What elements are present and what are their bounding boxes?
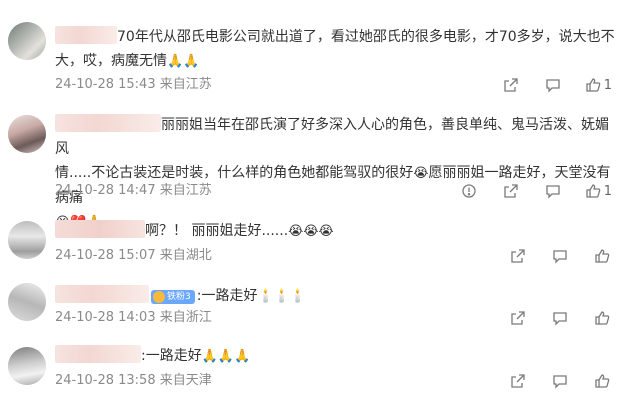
comment-time: 24-10-28 14:03 bbox=[55, 310, 156, 325]
comment-meta: 24-10-28 15:43 来自江苏 bbox=[55, 75, 212, 95]
comment-meta: 24-10-28 14:03 来自浙江 bbox=[55, 308, 212, 328]
comment-text: 铁粉3:一路走好🕯️🕯️🕯️ bbox=[55, 284, 615, 309]
comment-actions bbox=[486, 371, 612, 391]
avatar[interactable] bbox=[8, 115, 46, 153]
comment-icon[interactable] bbox=[550, 371, 570, 391]
comment-location: 来自江苏 bbox=[159, 183, 212, 198]
avatar-image bbox=[8, 22, 46, 60]
avatar-image bbox=[8, 347, 46, 385]
share-icon[interactable] bbox=[501, 181, 521, 201]
comment-icon[interactable] bbox=[550, 308, 570, 328]
comment-location: 来自浙江 bbox=[159, 310, 212, 325]
username[interactable] bbox=[55, 345, 141, 363]
emoji-pray: 🙏🙏🙏 bbox=[201, 349, 251, 364]
comment-actions: 1 bbox=[479, 75, 612, 95]
comment-time: 24-10-28 15:07 bbox=[55, 248, 156, 263]
avatar-image bbox=[8, 115, 46, 153]
comment-item: 丽丽姐当年在邵氏演了好多深入人心的角色，善良单纯、鬼马活泼、妩媚风 情.....… bbox=[0, 103, 630, 230]
avatar[interactable] bbox=[8, 347, 46, 385]
comment-location: 来自江苏 bbox=[159, 77, 212, 92]
thumbs-up-icon[interactable] bbox=[592, 371, 612, 391]
username[interactable] bbox=[55, 285, 149, 303]
comment-text: 70年代从邵氏电影公司就出道了，看过她邵氏的很多电影，才70多岁，说大也不 大，… bbox=[55, 25, 615, 74]
comment-actions bbox=[486, 308, 612, 328]
comment-meta: 24-10-28 14:47 来自江苏 bbox=[55, 181, 212, 201]
emoji-candle: 🕯️🕯️🕯️ bbox=[257, 289, 307, 304]
comment-meta: 24-10-28 13:58 来自天津 bbox=[55, 371, 212, 391]
avatar[interactable] bbox=[8, 221, 46, 259]
comment-meta: 24-10-28 15:07 来自湖北 bbox=[55, 246, 212, 266]
comment-item: 啊？！ 丽丽姐走好......😭😭😭 24-10-28 15:07 来自湖北 bbox=[0, 213, 630, 273]
emoji-cry: 😭😭😭 bbox=[288, 224, 334, 239]
report-icon[interactable] bbox=[459, 181, 479, 201]
like-button[interactable]: 1 bbox=[585, 181, 612, 201]
avatar[interactable] bbox=[8, 283, 46, 321]
comment-list: 70年代从邵氏电影公司就出道了，看过她邵氏的很多电影，才70多岁，说大也不 大，… bbox=[0, 0, 630, 407]
comment-line-1: :一路走好 bbox=[196, 288, 258, 304]
share-icon[interactable] bbox=[508, 246, 528, 266]
comment-item: :一路走好🙏🙏🙏 24-10-28 13:58 来自天津 bbox=[0, 335, 630, 407]
comment-line-2: 情.....不论古装还是时装，什么样的角色她都能驾驭的很好 bbox=[55, 165, 414, 181]
username[interactable] bbox=[55, 220, 145, 238]
share-icon[interactable] bbox=[508, 371, 528, 391]
comment-line-1: :一路走好 bbox=[141, 348, 202, 364]
comment-icon[interactable] bbox=[550, 246, 570, 266]
username[interactable] bbox=[55, 114, 161, 132]
comment-item: 铁粉3:一路走好🕯️🕯️🕯️ 24-10-28 14:03 来自浙江 bbox=[0, 273, 630, 335]
like-count: 1 bbox=[603, 77, 612, 93]
thumbs-up-icon bbox=[586, 184, 601, 198]
thumbs-up-icon[interactable] bbox=[592, 246, 612, 266]
comment-item: 70年代从邵氏电影公司就出道了，看过她邵氏的很多电影，才70多岁，说大也不 大，… bbox=[0, 0, 630, 103]
emoji-pray: 🙏🙏 bbox=[167, 54, 200, 69]
username[interactable] bbox=[55, 26, 117, 44]
comment-time: 24-10-28 13:58 bbox=[55, 373, 156, 388]
avatar-image bbox=[8, 221, 46, 259]
comment-line-1: 70年代从邵氏电影公司就出道了，看过她邵氏的很多电影，才70多岁，说大也不 bbox=[117, 29, 615, 45]
comment-actions: 1 bbox=[437, 181, 612, 201]
like-count: 1 bbox=[603, 183, 612, 199]
comment-location: 来自天津 bbox=[159, 373, 212, 388]
comment-text: 啊？！ 丽丽姐走好......😭😭😭 bbox=[55, 219, 615, 244]
comment-actions bbox=[486, 246, 612, 266]
emoji-cry: 😭 bbox=[413, 166, 429, 181]
avatar-image bbox=[8, 283, 46, 321]
thumbs-up-icon bbox=[586, 78, 601, 92]
thumbs-up-icon[interactable] bbox=[592, 308, 612, 328]
share-icon[interactable] bbox=[508, 308, 528, 328]
fan-badge: 铁粉3 bbox=[151, 290, 195, 304]
comment-icon[interactable] bbox=[543, 181, 563, 201]
share-icon[interactable] bbox=[501, 75, 521, 95]
comment-time: 24-10-28 15:43 bbox=[55, 77, 156, 92]
comment-icon[interactable] bbox=[543, 75, 563, 95]
comment-time: 24-10-28 14:47 bbox=[55, 183, 156, 198]
comment-location: 来自湖北 bbox=[159, 248, 212, 263]
avatar[interactable] bbox=[8, 22, 46, 60]
comment-line-2: 大，哎，病魔无情 bbox=[55, 53, 167, 69]
comment-line-1: 啊？！ 丽丽姐走好...... bbox=[145, 223, 289, 239]
like-button[interactable]: 1 bbox=[585, 75, 612, 95]
comment-text: :一路走好🙏🙏🙏 bbox=[55, 344, 615, 369]
